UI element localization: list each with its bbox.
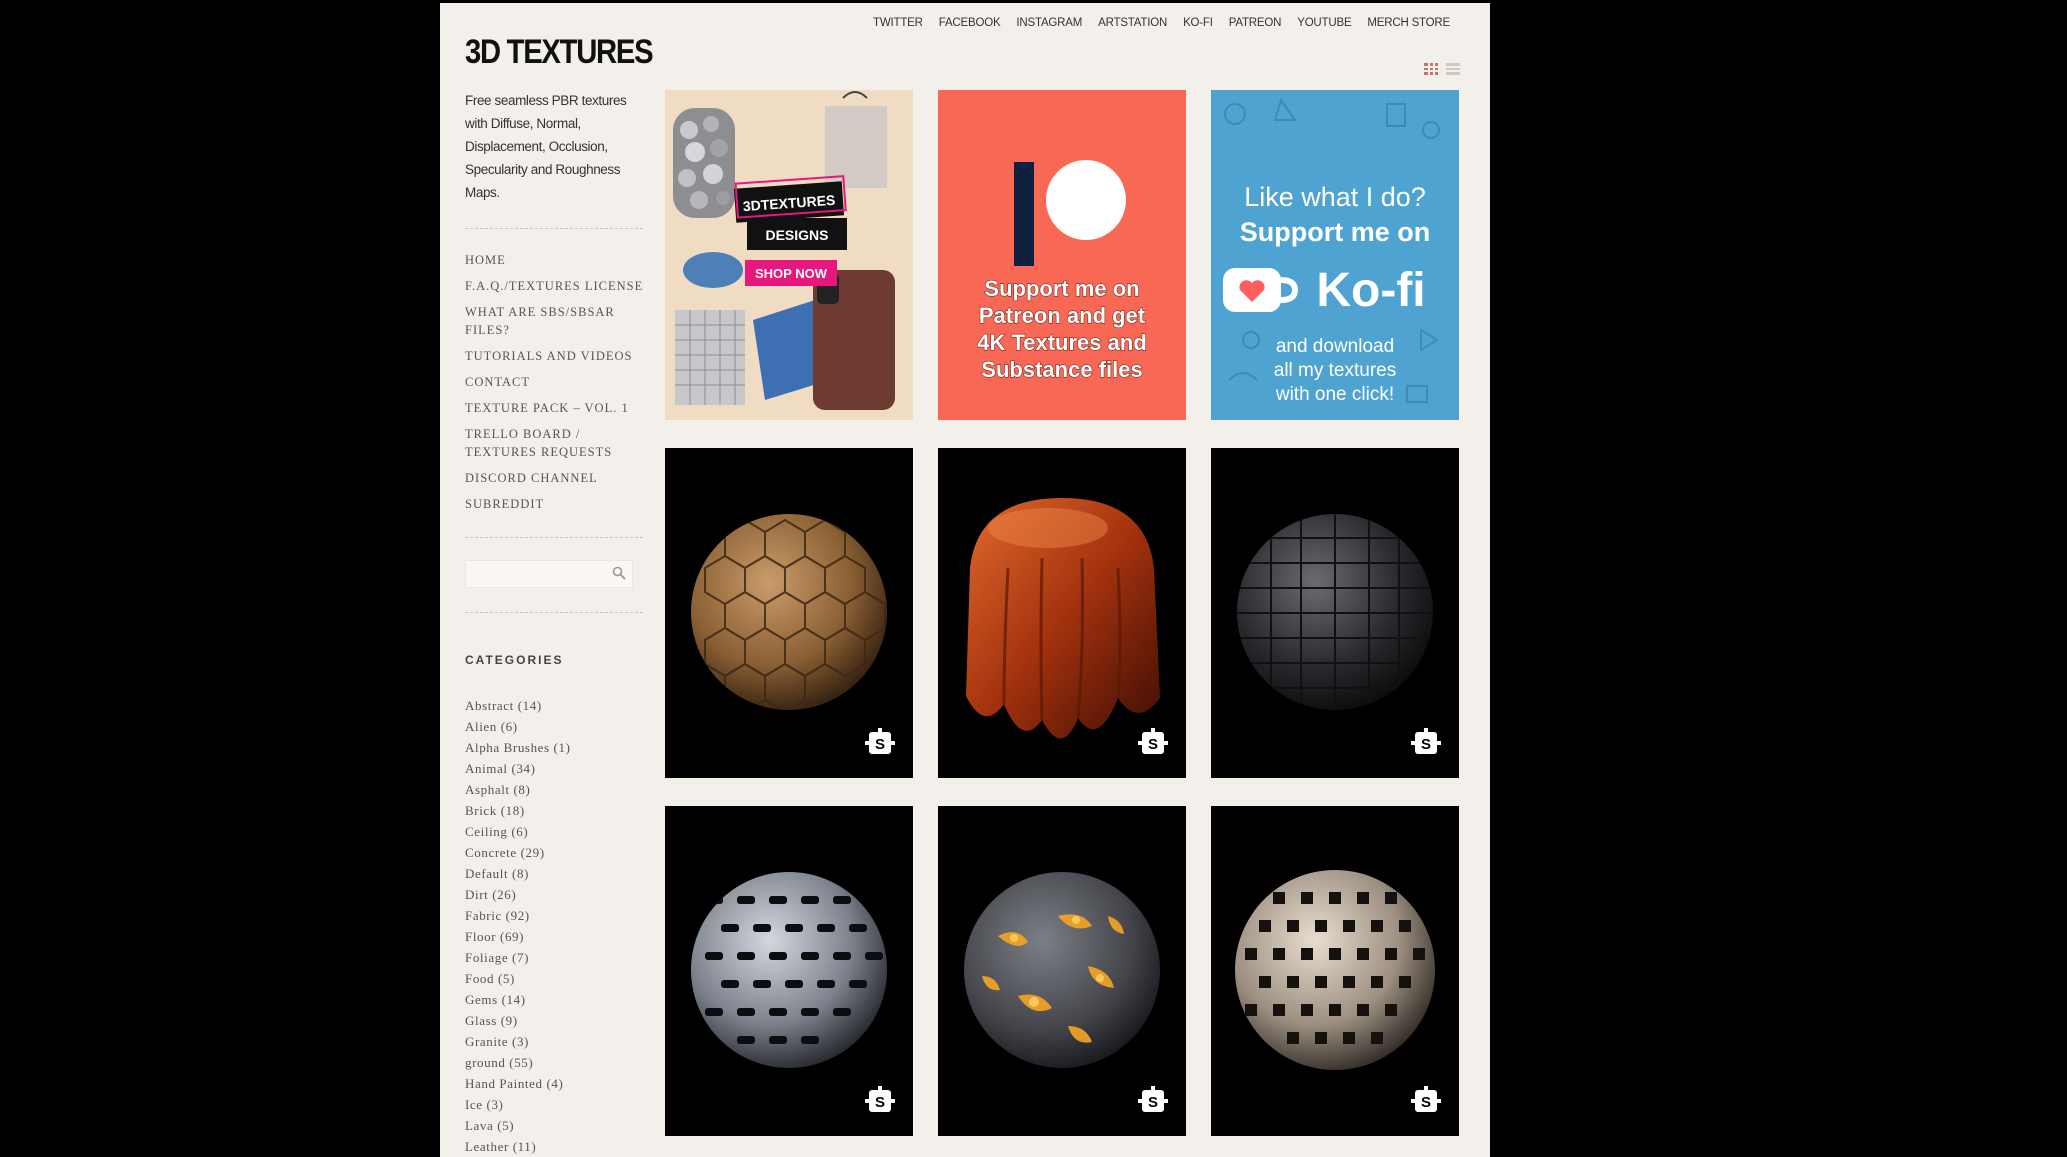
category-item[interactable]: Animal (34) — [465, 758, 645, 779]
nav-merch-store[interactable]: MERCH STORE — [1367, 17, 1450, 29]
menu-item-tutorials[interactable]: TUTORIALS AND VIDEOS — [465, 347, 645, 365]
patreon-logo-circle — [1046, 160, 1126, 240]
kofi-banner[interactable]: Like what I do? Support me on Ko-fi and … — [1211, 90, 1459, 420]
substance-icon: S — [1138, 1086, 1168, 1112]
substance-icon: S — [1138, 728, 1168, 754]
category-item[interactable]: Alpha Brushes (1) — [465, 737, 645, 758]
nav-artstation[interactable]: ARTSTATION — [1098, 17, 1167, 29]
svg-text:S: S — [875, 736, 885, 753]
substance-icon: S — [1411, 728, 1441, 754]
top-navigation: TWITTER FACEBOOK INSTAGRAM ARTSTATION KO… — [873, 17, 1450, 29]
site-title[interactable]: 3D TEXTURES — [465, 33, 654, 71]
merch-line2: DESIGNS — [765, 227, 828, 243]
kofi-head1: Like what I do? — [1244, 182, 1426, 212]
nav-facebook[interactable]: FACEBOOK — [939, 17, 1001, 29]
svg-text:S: S — [1148, 1094, 1158, 1111]
divider — [465, 612, 643, 613]
kofi-sub-line: with one click! — [1275, 384, 1394, 405]
category-item[interactable]: Fabric (92) — [465, 905, 645, 926]
search-box — [465, 560, 633, 588]
category-item[interactable]: Concrete (29) — [465, 842, 645, 863]
nav-kofi[interactable]: KO-FI — [1183, 17, 1213, 29]
svg-text:S: S — [1421, 736, 1431, 753]
category-item[interactable]: Foliage (7) — [465, 947, 645, 968]
menu-item-sbs-files[interactable]: WHAT ARE SBS/SBSAR FILES? — [465, 303, 645, 339]
kofi-sub-line: all my textures — [1274, 360, 1396, 381]
texture-card[interactable]: S — [938, 448, 1186, 778]
texture-card[interactable]: S — [1211, 448, 1459, 778]
category-item[interactable]: Gems (14) — [465, 989, 645, 1010]
menu-item-discord[interactable]: DISCORD CHANNEL — [465, 469, 645, 487]
texture-card[interactable]: S — [1211, 806, 1459, 1136]
category-item[interactable]: Ice (3) — [465, 1094, 645, 1115]
substance-icon: S — [865, 728, 895, 754]
category-item[interactable]: Ceiling (6) — [465, 821, 645, 842]
patreon-logo-bar — [1014, 162, 1034, 266]
menu-item-contact[interactable]: CONTACT — [465, 373, 645, 391]
texture-card[interactable]: S — [665, 806, 913, 1136]
patreon-banner[interactable]: Support me on Patreon and get 4K Texture… — [938, 90, 1186, 420]
category-item[interactable]: Asphalt (8) — [465, 779, 645, 800]
svg-text:S: S — [1148, 736, 1158, 753]
category-item[interactable]: Default (8) — [465, 863, 645, 884]
merch-cta: SHOP NOW — [755, 266, 828, 281]
category-item[interactable]: Dirt (26) — [465, 884, 645, 905]
menu-item-subreddit[interactable]: SUBREDDIT — [465, 495, 645, 513]
nav-twitter[interactable]: TWITTER — [873, 17, 923, 29]
substance-icon: S — [1411, 1086, 1441, 1112]
sidebar: 3D TEXTURES Free seamless PBR textures w… — [465, 33, 654, 1157]
search-input[interactable] — [466, 561, 618, 585]
substance-icon: S — [865, 1086, 895, 1112]
list-view-icon[interactable] — [1446, 63, 1460, 75]
menu-item-texture-pack[interactable]: TEXTURE PACK – VOL. 1 — [465, 399, 645, 417]
page: TWITTER FACEBOOK INSTAGRAM ARTSTATION KO… — [440, 3, 1490, 1157]
divider — [465, 228, 643, 229]
category-item[interactable]: Food (5) — [465, 968, 645, 989]
category-item[interactable]: Glass (9) — [465, 1010, 645, 1031]
kofi-sub-line: and download — [1276, 336, 1394, 357]
kofi-brand: Ko-fi — [1316, 264, 1425, 317]
search-icon[interactable] — [612, 566, 626, 580]
kofi-head2: Support me on — [1240, 217, 1431, 247]
grid-view-icon[interactable] — [1424, 63, 1438, 75]
patreon-text-line: Substance files — [981, 357, 1142, 382]
divider — [465, 537, 643, 538]
nav-youtube[interactable]: YOUTUBE — [1297, 17, 1351, 29]
patreon-text-line: Support me on — [984, 276, 1139, 301]
category-item[interactable]: Lava (5) — [465, 1115, 645, 1136]
menu-item-trello-board[interactable]: TRELLO BOARD / TEXTURES REQUESTS — [465, 425, 645, 461]
categories-heading: CATEGORIES — [465, 653, 564, 667]
merch-banner[interactable]: 3DTEXTURES DESIGNS SHOP NOW — [665, 90, 913, 420]
main-menu: HOME F.A.Q./TEXTURES LICENSE WHAT ARE SB… — [465, 251, 645, 513]
menu-item-faq-license[interactable]: F.A.Q./TEXTURES LICENSE — [465, 277, 645, 295]
category-item[interactable]: Alien (6) — [465, 716, 645, 737]
site-tagline: Free seamless PBR textures with Diffuse,… — [465, 93, 627, 200]
material-sphere — [964, 872, 1160, 1068]
material-sphere — [691, 514, 887, 710]
category-item[interactable]: ground (55) — [465, 1052, 645, 1073]
nav-patreon[interactable]: PATREON — [1229, 17, 1282, 29]
category-item[interactable]: Granite (3) — [465, 1031, 645, 1052]
nav-instagram[interactable]: INSTAGRAM — [1016, 17, 1082, 29]
category-item[interactable]: Leather (11) — [465, 1136, 645, 1157]
texture-card[interactable]: S — [665, 448, 913, 778]
menu-item-home[interactable]: HOME — [465, 251, 645, 269]
view-toggle — [1424, 63, 1460, 75]
svg-text:S: S — [875, 1094, 885, 1111]
categories-list: Abstract (14) Alien (6) Alpha Brushes (1… — [465, 695, 645, 1157]
category-item[interactable]: Abstract (14) — [465, 695, 645, 716]
texture-card[interactable]: S — [938, 806, 1186, 1136]
svg-text:S: S — [1421, 1094, 1431, 1111]
category-item[interactable]: Brick (18) — [465, 800, 645, 821]
patreon-text-line: 4K Textures and — [977, 330, 1147, 355]
category-item[interactable]: Floor (69) — [465, 926, 645, 947]
patreon-text-line: Patreon and get — [979, 303, 1146, 328]
category-item[interactable]: Hand Painted (4) — [465, 1073, 645, 1094]
